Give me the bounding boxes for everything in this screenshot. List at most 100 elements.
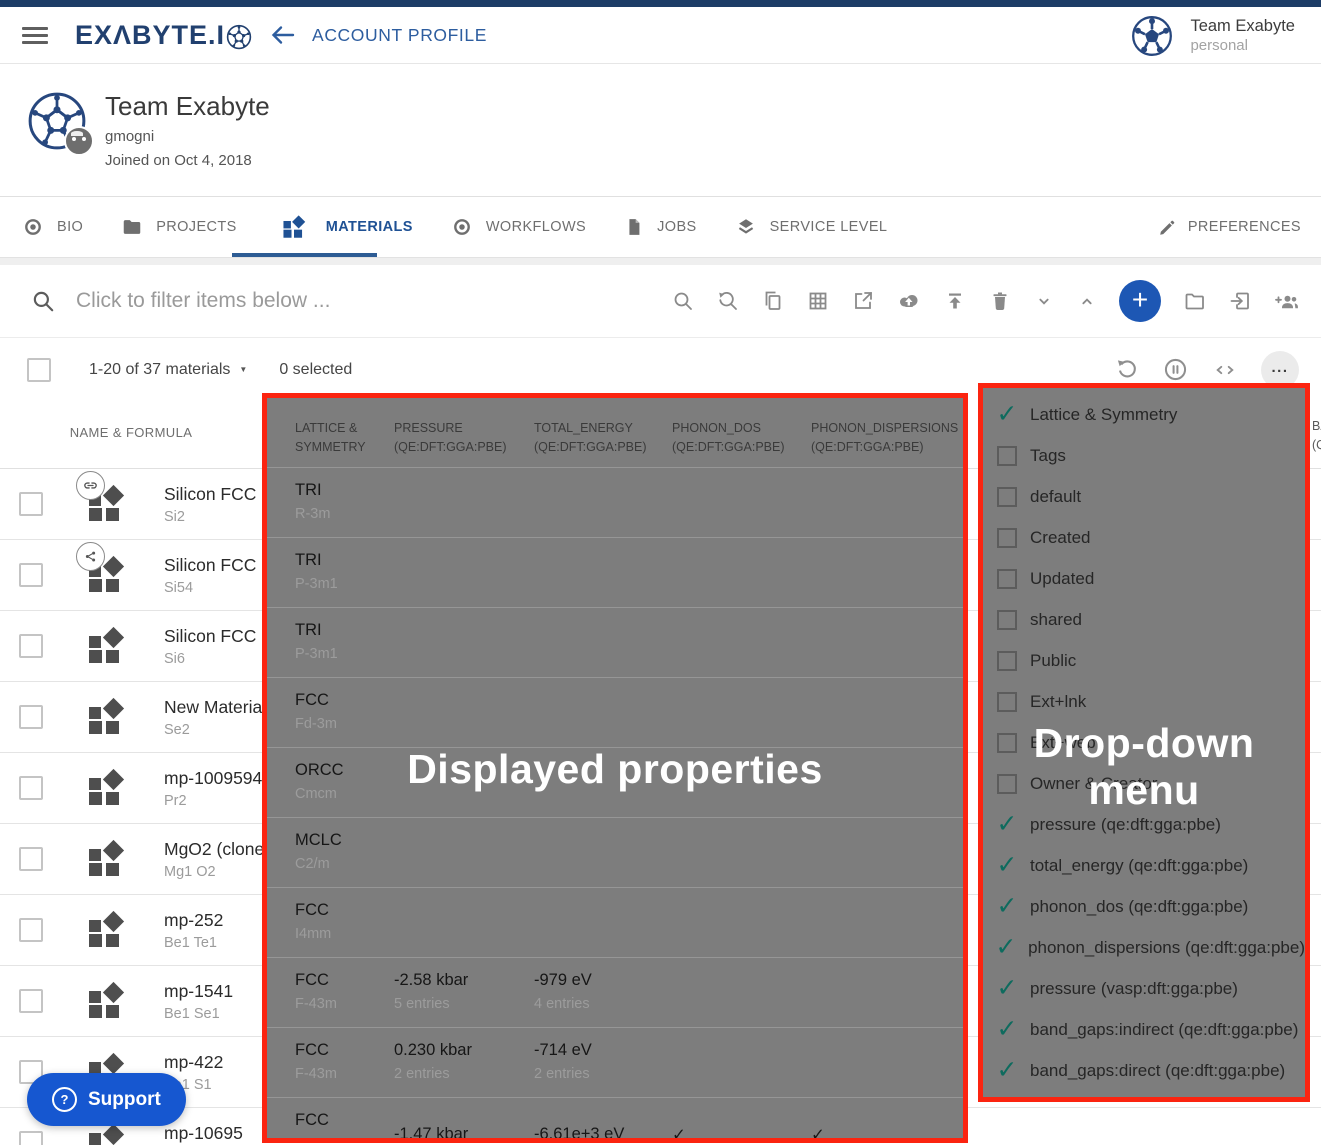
row-checkbox[interactable] [19,918,43,942]
menu-item[interactable]: Updated [983,558,1305,599]
checkbox-unchecked-icon [997,446,1017,466]
menu-item[interactable]: phonon_dos (qe:dft:gga:pbe) [983,886,1305,927]
menu-item[interactable]: band_gaps:direct (qe:dft:gga:pbe) [983,1050,1305,1091]
menu-item[interactable]: shared [983,599,1305,640]
refresh-icon[interactable] [1115,357,1140,382]
checkbox-unchecked-icon [997,610,1017,630]
menu-item[interactable]: Created [983,517,1305,558]
material-name: mp-1009594 [164,768,262,789]
chevron-up-icon[interactable] [1076,290,1098,312]
row-checkbox[interactable] [19,634,43,658]
account-avatar [1131,15,1173,57]
material-name: mp-252 [164,910,223,931]
material-icon [87,984,125,1019]
workflows-icon [451,216,473,238]
row-checkbox[interactable] [19,1131,43,1145]
layers-icon [735,216,757,238]
row-checkbox[interactable] [19,705,43,729]
account-profile-page: EXΛBYTE.I ACCOUNT PR [0,0,1321,1145]
material-name: mp-422 [164,1052,223,1073]
material-icon [87,629,125,664]
property-row: FCCFd-3m [267,677,963,747]
check-icon: ✓ [672,1125,811,1143]
tabs-divider-band [0,258,1321,265]
document-icon [624,216,644,238]
folder-icon [121,216,143,238]
material-name: MgO2 (clone) [164,839,270,860]
delete-icon[interactable] [988,289,1012,313]
material-formula: Be1 Se1 [164,1006,233,1022]
import-icon[interactable] [1228,289,1252,313]
material-icon [87,913,125,948]
check-icon: ✓ [811,1125,963,1143]
material-name: Silicon FCC -.. [164,555,277,576]
search-action-icon[interactable] [671,289,695,313]
menu-item[interactable]: default [983,476,1305,517]
check-icon [992,976,1022,1001]
menu-item[interactable]: phonon_dispersions (qe:dft:gga:pbe) [983,927,1305,968]
filter-toolbar: + [0,265,1321,338]
open-in-new-icon[interactable] [851,289,875,313]
tab-workflows[interactable]: WORKFLOWS [443,197,594,257]
group-add-icon[interactable] [1273,289,1301,313]
material-formula: Si6 [164,651,277,667]
page-title: ACCOUNT PROFILE [312,25,487,46]
tab-bio[interactable]: BIO [14,197,91,257]
property-row: FCCF-43m -2.58 kbar5 entries -979 eV4 en… [267,957,963,1027]
materials-icon [282,216,306,238]
material-formula: Be1 Te1 [164,935,223,951]
tab-materials[interactable]: MATERIALS [267,197,421,257]
back-arrow-icon[interactable] [270,24,296,46]
select-all-checkbox[interactable] [27,358,51,382]
tab-preferences[interactable]: PREFERENCES [1158,218,1301,237]
filter-input[interactable] [74,288,508,314]
share-icon [76,542,105,571]
material-formula: Pr2 [164,793,262,809]
menu-item[interactable]: Public [983,640,1305,681]
cloud-upload-icon[interactable] [896,289,922,313]
folder-outline-icon[interactable] [1182,289,1207,313]
exabyte-logo[interactable]: EXΛBYTE.I [75,20,252,51]
checkbox-unchecked-icon [997,487,1017,507]
hamburger-menu-icon[interactable] [22,23,48,48]
displayed-properties-annotation-box: LATTICE &SYMMETRY PRESSURE(QE:DFT:GGA:PB… [262,393,968,1143]
tab-jobs[interactable]: JOBS [616,197,704,257]
search-history-icon[interactable] [716,289,740,313]
row-checkbox[interactable] [19,563,43,587]
code-icon[interactable] [1211,359,1239,381]
row-checkbox[interactable] [19,989,43,1013]
row-checkbox[interactable] [19,492,43,516]
support-button[interactable]: ? Support [27,1073,186,1126]
pause-icon[interactable] [1162,356,1189,383]
menu-item[interactable]: pressure (vasp:dft:gga:pbe) [983,968,1305,1009]
displayed-properties-label: Displayed properties [267,746,963,793]
publish-icon[interactable] [943,289,967,313]
account-menu[interactable]: Team Exabyte personal [1131,15,1295,57]
logo-ball-icon [226,24,252,50]
tab-service-level[interactable]: SERVICE LEVEL [727,197,896,257]
user-face-badge-icon [64,126,94,156]
copy-icon[interactable] [761,289,785,313]
tab-projects[interactable]: PROJECTS [113,197,245,257]
question-icon: ? [52,1087,77,1112]
row-checkbox[interactable] [19,847,43,871]
grid-view-icon[interactable] [806,289,830,313]
menu-item[interactable]: Tags [983,435,1305,476]
menu-item[interactable]: total_energy (qe:dft:gga:pbe) [983,845,1305,886]
logo-text: EXΛBYTE.I [75,20,225,51]
add-material-button[interactable]: + [1119,280,1161,322]
active-tab-underline [232,253,377,257]
menu-item[interactable]: band_gaps:indirect (qe:dft:gga:pbe) [983,1009,1305,1050]
row-checkbox[interactable] [19,776,43,800]
menu-item[interactable]: Ext+lnk [983,681,1305,722]
checkbox-unchecked-icon [997,651,1017,671]
check-icon [992,935,1020,960]
menu-item[interactable]: Lattice & Symmetry [983,394,1305,435]
property-row: FCCI4mm [267,887,963,957]
profile-name: Team Exabyte [105,91,270,122]
checkbox-unchecked-icon [997,692,1017,712]
material-name: mp-1541 [164,981,233,1002]
pagination-count[interactable]: 1-20 of 37 materials [89,361,247,379]
chevron-down-icon[interactable] [1033,290,1055,312]
property-row: FCCF-43m 0.230 kbar2 entries -714 eV2 en… [267,1027,963,1097]
